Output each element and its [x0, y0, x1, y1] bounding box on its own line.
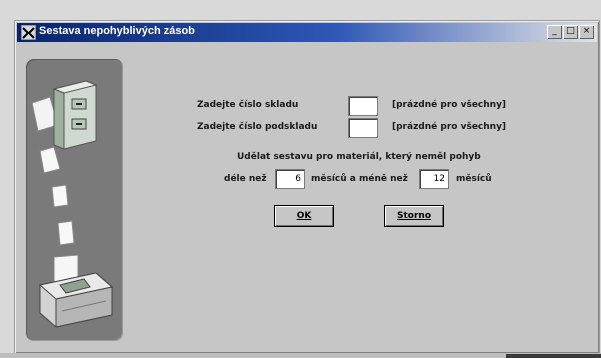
subwarehouse-label: Zadejte číslo podskladu — [197, 122, 318, 132]
subwarehouse-hint: [prázdné pro všechny] — [392, 122, 507, 132]
cancel-button[interactable]: Storno — [384, 205, 444, 227]
months-and-less-label: měsíců a méně než — [311, 174, 408, 184]
warehouse-hint: [prázdné pro všechny] — [392, 100, 507, 110]
subwarehouse-input[interactable] — [348, 118, 378, 138]
maximize-button[interactable]: □ — [563, 25, 578, 39]
ok-button-label: OK — [296, 211, 312, 221]
minimize-button[interactable]: _ — [547, 25, 562, 39]
cancel-button-label: Storno — [397, 211, 431, 221]
app-icon — [21, 25, 36, 40]
months-to-input[interactable] — [419, 169, 449, 189]
printer-icon — [38, 254, 114, 328]
title-bar[interactable]: Sestava nepohyblivých zásob _ □ × — [17, 23, 597, 42]
close-button[interactable]: × — [579, 25, 594, 39]
ok-button[interactable]: OK — [274, 205, 334, 227]
months-label: měsíců — [456, 174, 492, 184]
window-title: Sestava nepohyblivých zásob — [39, 25, 195, 37]
months-from-input[interactable] — [275, 169, 305, 189]
longer-than-label: déle než — [224, 174, 267, 184]
report-description: Udělat sestavu pro materiál, který neměl… — [237, 152, 481, 162]
falling-paper-icon — [39, 146, 75, 246]
warehouse-label: Zadejte číslo skladu — [197, 100, 299, 110]
warehouse-input[interactable] — [348, 96, 378, 116]
taskbar-fragment — [506, 354, 601, 358]
dialog-window: Sestava nepohyblivých zásob _ □ × Zadejt… — [14, 20, 600, 354]
side-illustration-panel — [26, 59, 123, 341]
filing-cabinet-icon — [52, 80, 98, 150]
printer-report-illustration — [31, 80, 114, 328]
